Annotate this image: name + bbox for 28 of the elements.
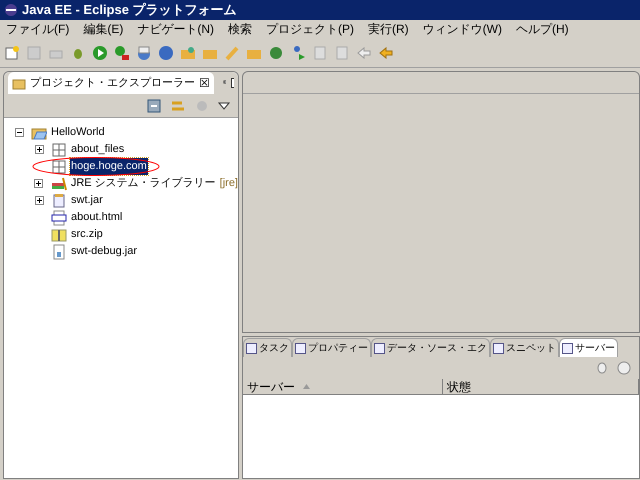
- menu-item[interactable]: ファイル(F): [6, 20, 70, 38]
- view-tab[interactable]: サーバー: [559, 338, 618, 357]
- window-title: Java EE - Eclipse プラットフォーム: [22, 1, 237, 20]
- view-tab[interactable]: プロパティー: [292, 338, 371, 357]
- menu-item[interactable]: 編集(E): [83, 20, 124, 38]
- tree-item[interactable]: about.html: [70, 209, 124, 226]
- tree-item[interactable]: about_files: [70, 141, 126, 158]
- view-tab[interactable]: タスク: [243, 338, 292, 357]
- menu-item[interactable]: ナビゲート(N): [137, 20, 214, 38]
- tree-item[interactable]: hoge.hoge.com: [70, 158, 148, 175]
- menu-item[interactable]: 実行(R): [368, 20, 409, 38]
- tree-item[interactable]: swt-debug.jar: [70, 243, 138, 260]
- menu-item[interactable]: ウィンドウ(W): [422, 20, 502, 38]
- view-tab[interactable]: データ・ソース・エク: [371, 338, 490, 357]
- tree-item[interactable]: swt.jar: [70, 192, 104, 209]
- column-header[interactable]: サーバー: [243, 379, 443, 394]
- menu-item[interactable]: プロジェクト(P): [266, 20, 354, 38]
- close-icon[interactable]: ☒: [199, 74, 210, 92]
- menu-item[interactable]: 検索: [228, 20, 252, 38]
- tree-item[interactable]: HelloWorld: [50, 124, 106, 141]
- column-header[interactable]: 状態: [443, 379, 639, 394]
- view-tab[interactable]: スニペット: [490, 338, 559, 357]
- menu-item[interactable]: ヘルプ(H): [516, 20, 569, 38]
- tree-item[interactable]: JRE システム・ライブラリー: [70, 175, 217, 192]
- panel-title: プロジェクト・エクスプローラー: [30, 76, 195, 91]
- decoration-label: [jre]: [220, 176, 238, 192]
- tree-item[interactable]: src.zip: [70, 226, 104, 243]
- explorer-tab[interactable]: プロジェクト・エクスプローラー ☒: [8, 72, 214, 94]
